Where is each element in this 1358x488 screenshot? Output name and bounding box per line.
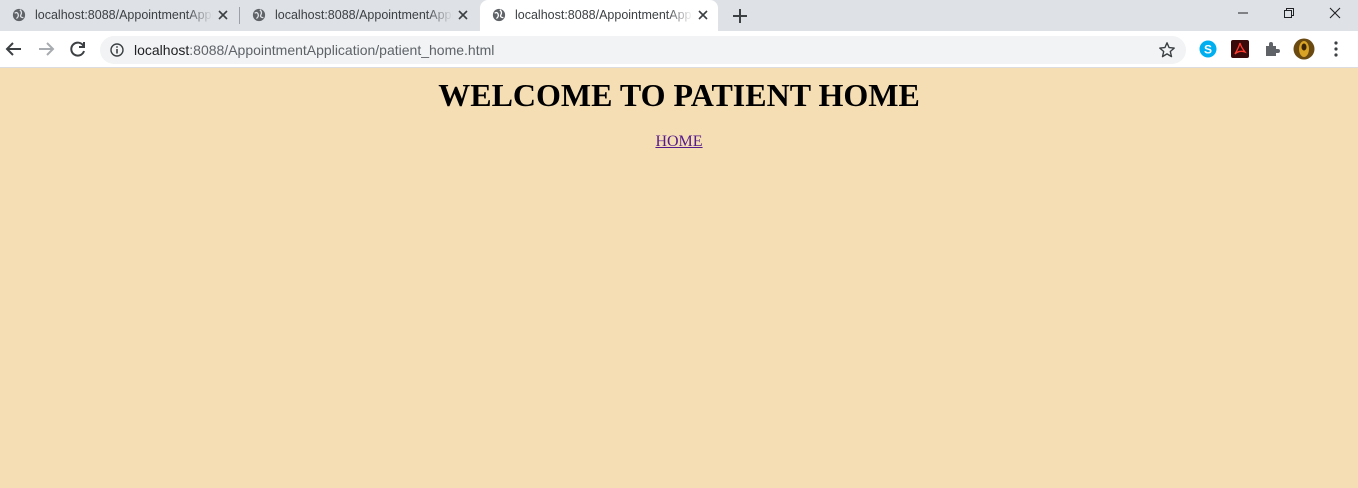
globe-icon <box>12 8 26 22</box>
browser-tab-1[interactable]: localhost:8088/AppointmentApplication/ <box>0 0 240 31</box>
restore-icon <box>1284 8 1294 18</box>
svg-text:S: S <box>1204 43 1212 57</box>
bookmark-star-icon[interactable] <box>1158 41 1176 59</box>
url-host: localhost <box>134 42 190 58</box>
browser-tab-3-active[interactable]: localhost:8088/AppointmentApplication/ <box>480 0 718 31</box>
restore-button[interactable] <box>1266 0 1312 31</box>
reload-icon[interactable] <box>68 39 88 59</box>
profile-avatar[interactable] <box>1293 38 1315 60</box>
page-body: WELCOME TO PATIENT HOME HOME <box>0 68 1358 488</box>
new-tab-icon[interactable] <box>728 4 752 28</box>
address-bar[interactable]: localhost:8088/AppointmentApplication/pa… <box>100 36 1186 64</box>
skype-icon[interactable]: S <box>1198 39 1218 59</box>
browser-toolbar: localhost:8088/AppointmentApplication/pa… <box>0 31 1358 68</box>
close-window-button[interactable] <box>1312 0 1358 31</box>
tab-title: localhost:8088/AppointmentApplication/ <box>35 8 213 22</box>
browser-tab-2[interactable]: localhost:8088/AppointmentApplication/ <box>240 0 480 31</box>
tab-title: localhost:8088/AppointmentApplication/ <box>275 8 453 22</box>
forward-arrow-icon[interactable] <box>36 39 56 59</box>
page-title: WELCOME TO PATIENT HOME <box>438 77 920 113</box>
globe-icon <box>252 8 266 22</box>
home-link[interactable]: HOME <box>655 133 702 150</box>
home-link-container: HOME <box>0 132 1358 152</box>
minimize-icon <box>1238 12 1248 14</box>
tab-title: localhost:8088/AppointmentApplication/ <box>515 8 693 22</box>
minimize-button[interactable] <box>1220 0 1266 31</box>
tab-strip: localhost:8088/AppointmentApplication/ l… <box>0 0 1358 31</box>
adobe-acrobat-icon[interactable] <box>1230 39 1250 59</box>
close-icon[interactable] <box>456 8 470 22</box>
close-icon[interactable] <box>216 8 230 22</box>
kebab-menu-icon[interactable] <box>1326 39 1346 59</box>
back-arrow-icon[interactable] <box>4 39 24 59</box>
site-info-icon[interactable] <box>110 43 124 57</box>
close-icon[interactable] <box>696 8 710 22</box>
address-url[interactable]: localhost:8088/AppointmentApplication/pa… <box>134 42 494 58</box>
close-window-icon <box>1329 7 1341 19</box>
url-path: :8088/AppointmentApplication/patient_hom… <box>189 42 495 58</box>
puzzle-extensions-icon[interactable] <box>1262 39 1282 59</box>
globe-icon <box>492 8 506 22</box>
